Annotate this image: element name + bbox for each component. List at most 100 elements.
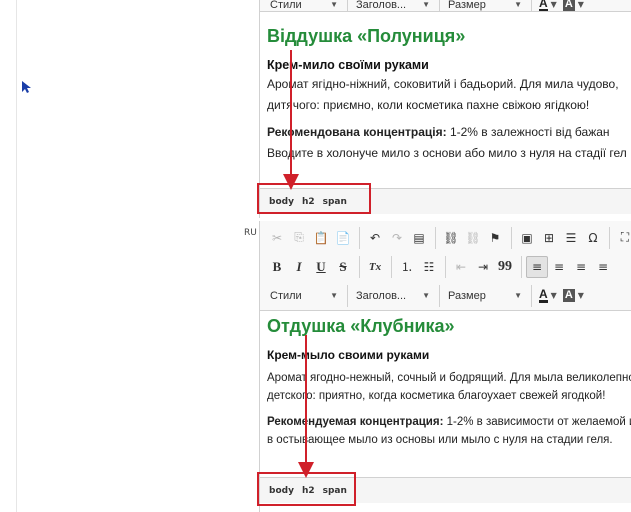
format-group: Заголов... ▼	[352, 284, 440, 307]
chevron-down-icon: ▼	[330, 0, 338, 9]
indent-icon[interactable]: ⇥	[472, 256, 494, 278]
table-icon[interactable]: ⊞	[538, 227, 560, 249]
outdent-icon[interactable]: ⇤	[450, 256, 472, 278]
history-group: ↶ ↷ ▤	[364, 226, 436, 249]
format-painter-icon[interactable]: ▤	[408, 227, 430, 249]
maximize-icon[interactable]: ⛶	[614, 227, 631, 249]
numbered-list-icon[interactable]: ⒈	[396, 256, 418, 278]
usage-paragraph: в остывающее мыло из основы или мыло с н…	[267, 434, 613, 446]
product-subheading: Крем-мило своїми руками	[267, 58, 429, 72]
chevron-down-icon: ▼	[550, 0, 557, 9]
product-heading: Віддушка «Полуниця»	[267, 26, 466, 46]
styles-dropdown[interactable]: Стили ▼	[266, 286, 342, 306]
concentration-paragraph: Рекомендуемая концентрация: 1-2% в завис…	[267, 413, 631, 431]
product-subheading: Крем-мыло своими руками	[267, 348, 430, 362]
list-group: ⒈ ☷	[396, 255, 446, 278]
editor-toolbar: ✂ ⎘ 📋 📄 ↶ ↷ ▤ ⛓ ⛓ ⚑ ▣ ⊞ ☰ Ω ⛶ B I U S Tx…	[260, 221, 631, 311]
chevron-down-icon: ▼	[550, 291, 557, 300]
align-right-icon[interactable]: ≡	[570, 256, 592, 278]
styles-dropdown[interactable]: Стили ▼	[266, 0, 342, 11]
italic-button[interactable]: I	[288, 256, 310, 278]
language-label[interactable]: RU	[244, 228, 257, 238]
size-dropdown[interactable]: Размер ▼	[444, 286, 526, 306]
bold-button[interactable]: B	[266, 256, 288, 278]
link-group: ⛓ ⛓ ⚑	[440, 226, 512, 249]
text-color-icon: A	[539, 0, 548, 11]
format-dropdown[interactable]: Заголов... ▼	[352, 286, 434, 306]
bg-color-icon: A	[562, 289, 575, 302]
horizontal-line-icon[interactable]: ☰	[560, 227, 582, 249]
remove-format-button[interactable]: Tx	[364, 256, 386, 278]
concentration-paragraph: Рекомендована концентрація: 1-2% в залеж…	[267, 122, 631, 143]
image-icon[interactable]: ▣	[516, 227, 538, 249]
align-center-icon[interactable]: ≡	[548, 256, 570, 278]
format-label: Заголов...	[356, 0, 407, 11]
color-group: A ▼ A ▼	[536, 285, 592, 307]
format-dropdown[interactable]: Заголов... ▼	[352, 0, 434, 11]
underline-button[interactable]: U	[310, 256, 332, 278]
align-group: ≡ ≡ ≡ ≡	[526, 255, 619, 278]
styles-group: Стили ▼	[266, 0, 348, 11]
cleanup-group: Tx	[364, 255, 392, 278]
editor-content[interactable]: Отдушка «Клубника» Крем-мыло своими рука…	[260, 311, 631, 449]
chevron-down-icon: ▼	[514, 0, 522, 9]
blockquote-button[interactable]: 99	[494, 256, 516, 278]
text-color-button[interactable]: A ▼	[536, 286, 560, 306]
description-line: Аромат ягодно-нежный, сочный и бодрящий.…	[267, 372, 631, 384]
bg-color-button[interactable]: A ▼	[560, 0, 587, 11]
format-label: Заголов...	[356, 289, 407, 302]
unlink-icon[interactable]: ⛓	[462, 227, 484, 249]
styles-label: Стили	[270, 289, 302, 302]
path-highlight-box	[257, 472, 356, 506]
editor-content[interactable]: Віддушка «Полуниця» Крем-мило своїми рук…	[260, 12, 631, 164]
view-group: ⛶	[614, 227, 631, 249]
path-highlight-box	[257, 183, 371, 214]
concentration-value: 1-2% в зависимости от желаемой ин	[443, 416, 631, 428]
undo-icon[interactable]: ↶	[364, 227, 386, 249]
align-left-icon[interactable]: ≡	[526, 255, 548, 278]
product-heading: Отдушка «Клубника»	[267, 316, 455, 336]
anchor-icon[interactable]: ⚑	[484, 227, 506, 249]
text-color-button[interactable]: A ▼	[536, 0, 560, 11]
usage-paragraph: Вводите в холонуче мило з основи або мил…	[267, 146, 627, 160]
description-line: Аромат ягідно-ніжний, соковитий і бадьор…	[267, 77, 619, 91]
size-group: Размер ▼	[444, 0, 532, 11]
basicstyles-group: B I U S	[266, 255, 360, 278]
color-group: A ▼ A ▼	[536, 0, 592, 11]
left-gutter	[0, 0, 17, 512]
chevron-down-icon: ▼	[577, 291, 584, 300]
strike-button[interactable]: S	[332, 256, 354, 278]
editor-russian: ✂ ⎘ 📋 📄 ↶ ↷ ▤ ⛓ ⛓ ⚑ ▣ ⊞ ☰ Ω ⛶ B I U S Tx…	[259, 221, 631, 512]
align-justify-icon[interactable]: ≡	[592, 256, 614, 278]
size-label: Размер	[448, 289, 486, 302]
concentration-label: Рекомендуемая концентрация:	[267, 416, 444, 428]
size-group: Размер ▼	[444, 284, 532, 307]
styles-group: Стили ▼	[266, 284, 348, 307]
copy-icon[interactable]: ⎘	[288, 227, 310, 249]
chevron-down-icon: ▼	[422, 0, 430, 9]
concentration-value: 1-2% в залежності від бажан	[446, 125, 610, 139]
description-line: детского: приятно, когда косметика благо…	[267, 390, 606, 402]
clipboard-group: ✂ ⎘ 📋 📄	[266, 226, 360, 249]
paste-text-icon[interactable]: 📄	[332, 227, 354, 249]
description-line: дитячого: приємно, коли косметика пахне …	[267, 98, 590, 112]
chevron-down-icon: ▼	[577, 0, 584, 9]
special-char-icon[interactable]: Ω	[582, 227, 604, 249]
redo-icon[interactable]: ↷	[386, 227, 408, 249]
cut-icon[interactable]: ✂	[266, 227, 288, 249]
paste-icon[interactable]: 📋	[310, 227, 332, 249]
concentration-label: Рекомендована концентрація:	[267, 125, 447, 139]
chevron-down-icon: ▼	[422, 291, 430, 300]
indent-group: ⇤ ⇥ 99	[450, 255, 522, 278]
editor-toolbar: Стили ▼ Заголов... ▼ Размер ▼ A ▼ A ▼	[260, 0, 631, 12]
styles-label: Стили	[270, 0, 302, 11]
size-dropdown[interactable]: Размер ▼	[444, 0, 526, 11]
bulleted-list-icon[interactable]: ☷	[418, 256, 440, 278]
text-color-icon: A	[539, 287, 548, 303]
link-icon[interactable]: ⛓	[440, 227, 462, 249]
format-group: Заголов... ▼	[352, 0, 440, 11]
size-label: Размер	[448, 0, 486, 11]
bg-color-button[interactable]: A ▼	[560, 286, 587, 306]
insert-group: ▣ ⊞ ☰ Ω	[516, 226, 610, 249]
chevron-down-icon: ▼	[330, 291, 338, 300]
